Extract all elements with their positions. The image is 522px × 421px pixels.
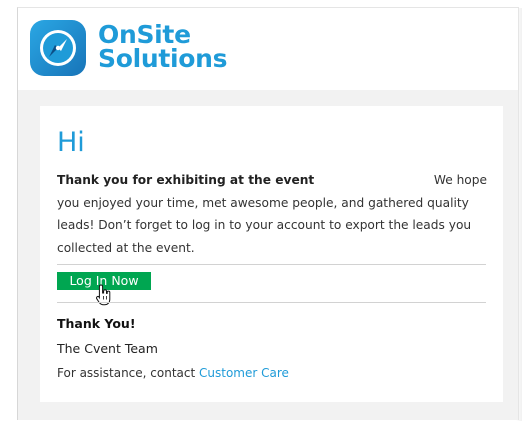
divider-top: [57, 264, 486, 265]
message-lead-right: We hope: [433, 173, 487, 187]
email-window: OnSite Solutions Hi We hope Thank you fo…: [0, 0, 522, 421]
compass-icon: [28, 18, 88, 78]
assistance-prefix: For assistance, contact: [57, 366, 200, 380]
message-body: you enjoyed your time, met awesome peopl…: [57, 195, 472, 255]
divider-bottom: [57, 302, 486, 303]
email-frame: OnSite Solutions Hi We hope Thank you fo…: [17, 7, 519, 420]
email-card: Hi We hope Thank you for exhibiting at t…: [40, 106, 503, 402]
assistance-line: For assistance, contact Customer Care: [57, 366, 289, 380]
signoff: Thank You!: [57, 316, 136, 331]
message-lead: Thank you for exhibiting at the event: [57, 173, 315, 187]
email-header: OnSite Solutions: [18, 8, 518, 90]
brand-name-line2: Solutions: [98, 44, 228, 73]
greeting-heading: Hi: [57, 127, 85, 158]
message-paragraph: We hope Thank you for exhibiting at the …: [57, 169, 487, 259]
customer-care-link[interactable]: Customer Care: [199, 366, 289, 380]
team-name: The Cvent Team: [57, 341, 158, 356]
brand-logo-text: OnSite Solutions: [98, 22, 228, 73]
